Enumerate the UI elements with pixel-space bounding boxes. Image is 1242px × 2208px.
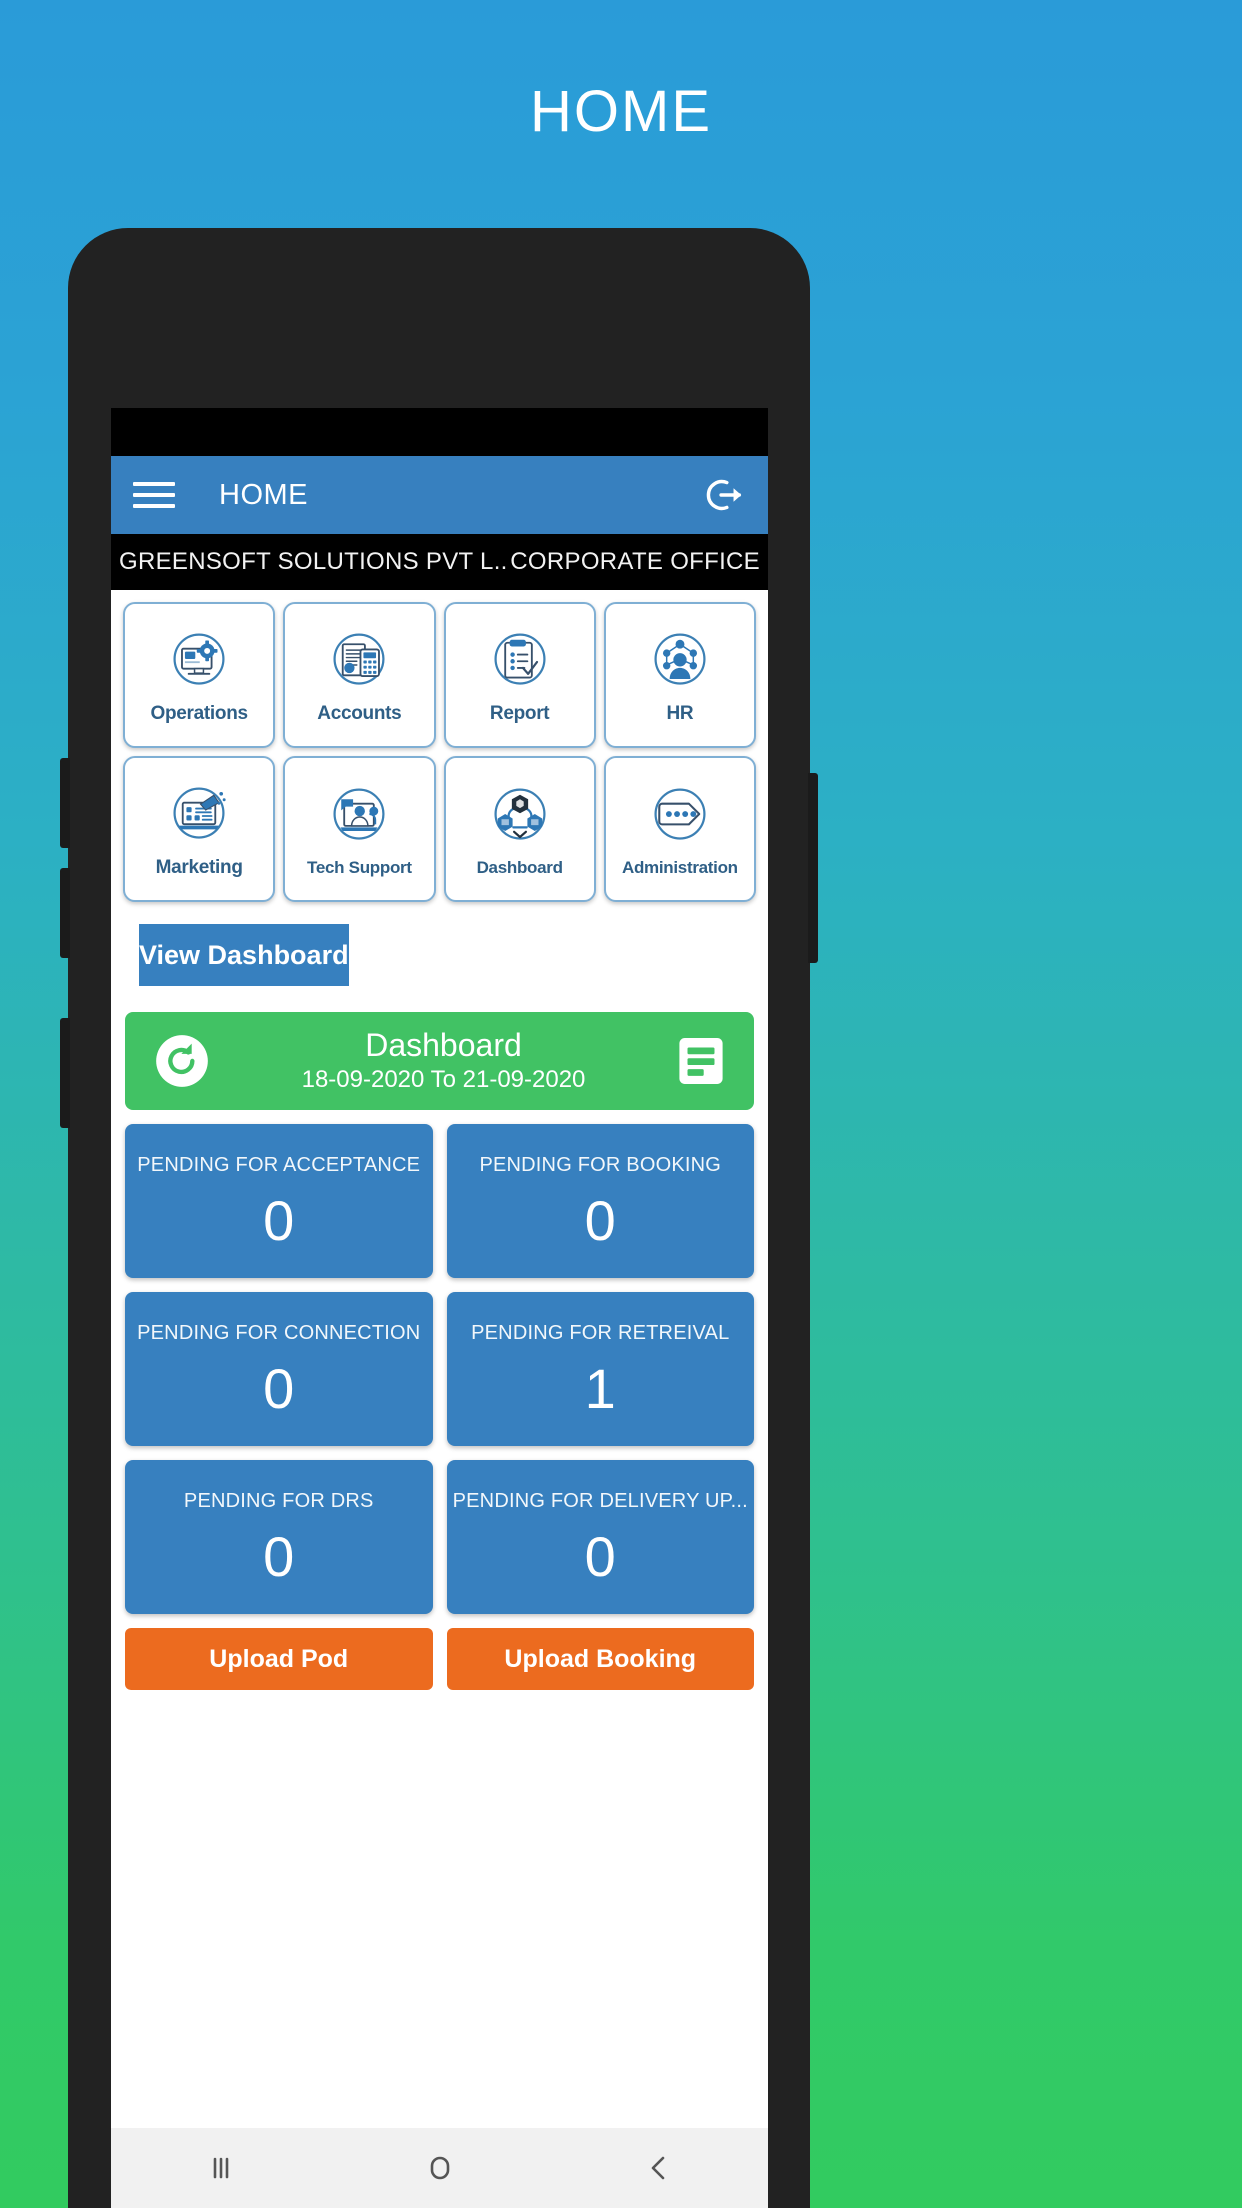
upload-actions-row: Upload Pod Upload Booking [117, 1614, 762, 1690]
phone-mockup-frame: HOME GREENSOFT SOLUTIONS PVT L.. CORPORA… [60, 228, 818, 2208]
list-article-icon[interactable] [674, 1034, 728, 1088]
menu-tile-operations[interactable]: Operations [123, 602, 276, 748]
menu-tile-dashboard[interactable]: Dashboard [443, 756, 596, 902]
stat-label: PENDING FOR DRS [183, 1489, 374, 1512]
pending-stats-grid: PENDING FOR ACCEPTANCE 0 PENDING FOR BOO… [117, 1110, 762, 1614]
menu-tile-tech-support[interactable]: Tech Support [283, 756, 436, 902]
screen-content: Operations Accounts Report HR Marketing … [111, 590, 768, 2208]
stat-label: PENDING FOR CONNECTION [137, 1321, 421, 1344]
invoice-calculator-icon [333, 633, 385, 685]
volume-down-button[interactable] [60, 868, 70, 958]
stat-value: 0 [263, 1188, 295, 1252]
stat-card-pending-booking[interactable]: PENDING FOR BOOKING 0 [446, 1124, 754, 1278]
upload-booking-button[interactable]: Upload Booking [446, 1628, 754, 1690]
stat-card-pending-connection[interactable]: PENDING FOR CONNECTION 0 [125, 1292, 433, 1446]
stat-label: PENDING FOR ACCEPTANCE [137, 1153, 421, 1176]
menu-tile-label: Dashboard [476, 858, 563, 877]
menu-tile-marketing[interactable]: Marketing [123, 756, 276, 902]
menu-tile-accounts[interactable]: Accounts [283, 602, 436, 748]
menu-tile-label: Accounts [317, 703, 402, 724]
stat-value: 0 [263, 1356, 295, 1420]
monitor-gear-icon [173, 633, 225, 685]
view-dashboard-button[interactable]: View Dashboard [139, 924, 349, 986]
dashboard-summary-banner: Dashboard 18-09-2020 To 21-09-2020 [125, 1012, 754, 1110]
stat-label: PENDING FOR BOOKING [479, 1153, 722, 1176]
company-branch-strip: GREENSOFT SOLUTIONS PVT L.. CORPORATE OF… [111, 534, 768, 590]
volume-up-button[interactable] [60, 758, 70, 848]
module-menu-grid: Operations Accounts Report HR Marketing … [117, 598, 762, 902]
logout-icon[interactable] [700, 472, 746, 518]
page-title: HOME [530, 79, 712, 144]
nodes-cube-icon [494, 788, 546, 840]
menu-tile-hr[interactable]: HR [603, 602, 756, 748]
android-navigation-bar [111, 2128, 768, 2208]
banner-date-range: 18-09-2020 To 21-09-2020 [301, 1065, 586, 1093]
stat-card-pending-acceptance[interactable]: PENDING FOR ACCEPTANCE 0 [125, 1124, 433, 1278]
power-button[interactable] [808, 773, 818, 963]
back-chevron-icon[interactable] [634, 2148, 684, 2188]
banner-title: Dashboard [365, 1027, 522, 1064]
assistant-side-button[interactable] [60, 1018, 70, 1128]
stat-value: 1 [584, 1356, 616, 1420]
support-agent-icon [333, 788, 385, 840]
menu-tile-label: Marketing [155, 857, 243, 878]
menu-tile-administration[interactable]: Administration [603, 756, 756, 902]
menu-tile-label: Operations [150, 703, 248, 724]
phone-screen: HOME GREENSOFT SOLUTIONS PVT L.. CORPORA… [111, 408, 768, 2208]
stat-value: 0 [263, 1524, 295, 1588]
menu-tile-label: Report [489, 703, 550, 724]
stat-value: 0 [584, 1524, 616, 1588]
stat-value: 0 [584, 1188, 616, 1252]
upload-pod-button[interactable]: Upload Pod [125, 1628, 433, 1690]
home-circle-icon[interactable] [415, 2148, 465, 2188]
people-network-icon [654, 633, 706, 685]
status-bar [111, 408, 768, 456]
stat-label: PENDING FOR DELIVERY UP... [452, 1489, 748, 1512]
company-name: GREENSOFT SOLUTIONS PVT L.. [119, 548, 508, 575]
menu-tile-label: Administration [622, 858, 738, 877]
menu-tile-label: HR [666, 703, 694, 724]
stat-card-pending-drs[interactable]: PENDING FOR DRS 0 [125, 1460, 433, 1614]
tag-dots-icon [654, 788, 706, 840]
recents-bars-icon[interactable] [196, 2148, 246, 2188]
laptop-megaphone-icon [173, 787, 226, 839]
banner-text-block: Dashboard 18-09-2020 To 21-09-2020 [213, 1028, 674, 1093]
stat-card-pending-delivery-update[interactable]: PENDING FOR DELIVERY UP... 0 [446, 1460, 754, 1614]
refresh-icon[interactable] [151, 1030, 213, 1092]
stat-card-pending-retrieval[interactable]: PENDING FOR RETREIVAL 1 [446, 1292, 754, 1446]
menu-tile-label: Tech Support [307, 858, 412, 877]
menu-tile-report[interactable]: Report [443, 602, 596, 748]
hamburger-menu-icon[interactable] [133, 482, 175, 508]
clipboard-check-icon [494, 633, 546, 685]
app-bar: HOME [111, 456, 768, 534]
stat-label: PENDING FOR RETREIVAL [471, 1321, 730, 1344]
app-bar-title: HOME [219, 478, 308, 511]
branch-name: CORPORATE OFFICE [510, 548, 760, 575]
